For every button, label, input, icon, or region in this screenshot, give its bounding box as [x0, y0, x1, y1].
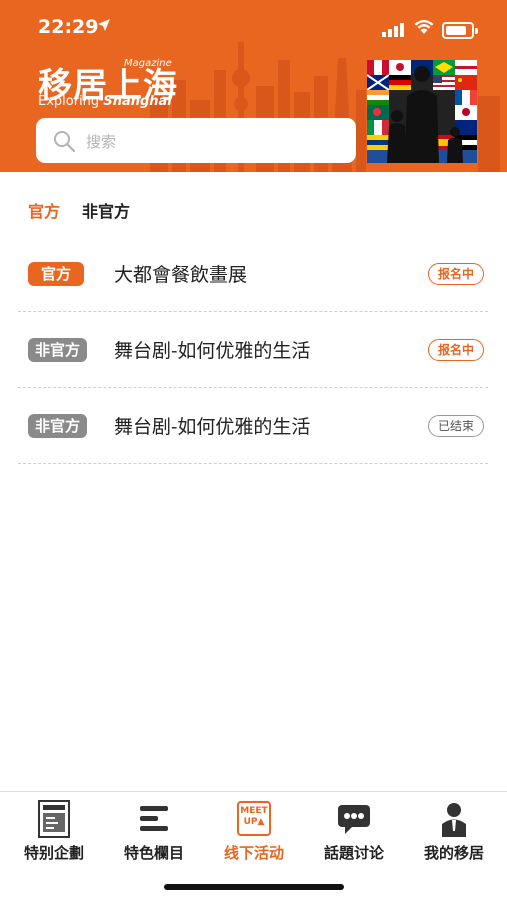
tab-label: 特色欄目 — [123, 844, 184, 862]
app-header: 22:29 移居上海 Magazine Exploring Shanghai 搜… — [0, 0, 507, 172]
meetup-icon-text: MEET — [240, 806, 268, 816]
flags-people-image[interactable] — [367, 60, 477, 163]
status-badge: 报名中 — [427, 263, 484, 285]
tab-special-planning[interactable]: 特别企劃 — [6, 800, 102, 863]
location-arrow-icon — [98, 19, 110, 35]
status-badge: 已结束 — [427, 415, 484, 437]
event-title: 舞台剧-如何优雅的生活 — [114, 416, 311, 438]
official-tag: 官方 — [28, 262, 85, 286]
meetup-icon: MEET UP▲ — [235, 800, 273, 838]
search-bar[interactable]: 搜索 — [36, 118, 356, 163]
tab-label: 特别企劃 — [23, 844, 84, 862]
tab-topic-discussion[interactable]: 話題讨论 — [306, 800, 402, 863]
status-badge: 报名中 — [427, 339, 484, 361]
tab-label: 线下活动 — [223, 844, 284, 862]
logo-magazine: Magazine — [124, 58, 172, 69]
event-row[interactable]: 官方 大都會餐飲畫展 报名中 — [18, 236, 488, 312]
logo-english: Exploring Shanghai — [38, 94, 172, 109]
chat-bubble-icon — [335, 800, 373, 838]
event-title: 舞台剧-如何优雅的生活 — [114, 340, 311, 362]
tab-unofficial[interactable]: 非官方 — [82, 198, 130, 222]
tab-featured-columns[interactable]: 特色欄目 — [106, 800, 202, 863]
unofficial-tag: 非官方 — [28, 338, 88, 362]
logo-en-exploring: Exploring — [38, 94, 100, 109]
battery-tip — [475, 28, 478, 34]
home-indicator[interactable] — [164, 884, 344, 890]
list-lines-icon — [135, 800, 173, 838]
tab-my-account[interactable]: 我的移居 — [406, 800, 502, 863]
tab-label: 我的移居 — [423, 844, 484, 862]
event-row[interactable]: 非官方 舞台剧-如何优雅的生活 已结束 — [18, 388, 488, 464]
battery-icon — [442, 22, 474, 39]
event-title: 大都會餐飲畫展 — [114, 264, 248, 286]
wifi-icon — [414, 19, 434, 39]
user-icon — [435, 800, 473, 838]
magazine-cover-icon — [35, 800, 73, 838]
status-bar: 22:29 — [0, 16, 507, 46]
meetup-icon-text: UP▲ — [243, 817, 265, 827]
search-placeholder: 搜索 — [86, 133, 117, 151]
tab-official[interactable]: 官方 — [28, 198, 60, 222]
event-list: 官方 大都會餐飲畫展 报名中 非官方 舞台剧-如何优雅的生活 报名中 非官方 舞… — [18, 236, 488, 464]
unofficial-tag: 非官方 — [28, 414, 88, 438]
event-row[interactable]: 非官方 舞台剧-如何优雅的生活 报名中 — [18, 312, 488, 388]
status-time: 22:29 — [38, 16, 99, 38]
logo-en-shanghai: Shanghai — [103, 94, 172, 109]
signal-icon — [382, 22, 406, 41]
search-icon — [52, 129, 76, 157]
tab-offline-events[interactable]: MEET UP▲ 线下活动 — [206, 800, 302, 863]
tab-label: 話題讨论 — [323, 844, 384, 862]
